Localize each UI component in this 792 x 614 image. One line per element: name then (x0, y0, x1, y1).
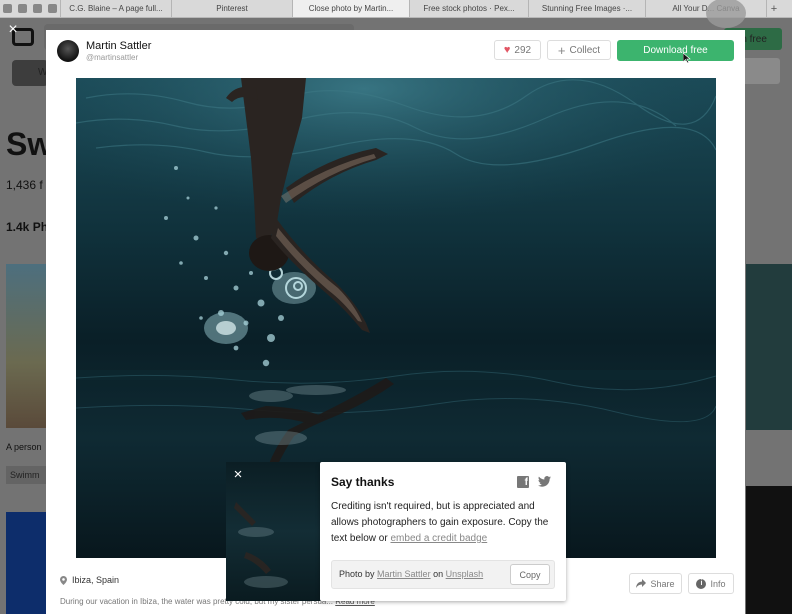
avatar[interactable] (57, 40, 79, 62)
cursor-highlight (706, 0, 746, 28)
say-thanks-text: Crediting isn't required, but is appreci… (331, 501, 549, 544)
info-icon: i (696, 578, 707, 589)
share-label: Share (650, 578, 675, 589)
credit-author-link[interactable]: Martin Sattler (377, 569, 431, 579)
modal-header: Martin Sattler @martinsattler ♥ 292 + Co… (46, 30, 745, 72)
grid-photo[interactable] (6, 512, 46, 614)
location-label: Ibiza, Spain (72, 575, 120, 585)
plus-icon: + (557, 42, 566, 58)
share-icon (636, 579, 647, 588)
share-button[interactable]: Share (629, 573, 682, 594)
say-thanks-title: Say thanks (331, 475, 395, 489)
heart-icon: ♥ (503, 44, 511, 56)
collect-label: Collect (569, 44, 601, 56)
grid-photo[interactable] (6, 264, 46, 428)
close-popup-icon[interactable]: × (229, 466, 247, 484)
favicon-icon (48, 4, 57, 13)
author-handle[interactable]: @martinsattler (86, 53, 138, 62)
info-label: Info (710, 578, 726, 589)
grid-photo[interactable] (746, 264, 792, 430)
pinned-tab-3[interactable] (30, 0, 45, 17)
like-button[interactable]: ♥ 292 (494, 40, 541, 60)
pinned-tab-1[interactable] (0, 0, 15, 17)
browser-tab-active[interactable]: Close photo by Martin... (292, 0, 409, 17)
pinned-tab-2[interactable] (15, 0, 30, 17)
credit-text: Photo by Martin Sattler on Unsplash (339, 569, 484, 579)
collect-button[interactable]: + Collect (547, 40, 611, 60)
credit-text-box[interactable]: Photo by Martin Sattler on Unsplash Copy (331, 560, 555, 589)
favicon-icon (3, 4, 12, 13)
new-tab-button[interactable]: + (766, 0, 781, 17)
copy-button[interactable]: Copy (510, 564, 550, 585)
embed-credit-badge-link[interactable]: embed a credit badge (390, 533, 487, 544)
say-thanks-popup: Say thanks f Crediting isn't required, b… (320, 462, 566, 601)
twitter-icon[interactable] (538, 475, 551, 488)
mouse-cursor-icon (683, 53, 691, 63)
grid-caption: A person (6, 442, 42, 452)
nav-pill[interactable]: W (12, 60, 48, 86)
browser-tab-bar: C.G. Blaine – A page full... Pinterest C… (0, 0, 792, 18)
author-name[interactable]: Martin Sattler (86, 40, 151, 52)
result-count: 1,436 f (6, 178, 43, 192)
browser-tab[interactable]: Free stock photos · Pex... (409, 0, 528, 17)
info-button[interactable]: i Info (688, 573, 734, 594)
favicon-icon (18, 4, 27, 13)
credit-site-link[interactable]: Unsplash (446, 569, 484, 579)
browser-tab[interactable]: Pinterest (171, 0, 292, 17)
facebook-icon[interactable]: f (517, 476, 529, 488)
grid-photo[interactable] (746, 486, 792, 614)
close-modal-icon[interactable]: × (5, 22, 21, 38)
browser-tab[interactable]: C.G. Blaine – A page full... (60, 0, 171, 17)
photo-location[interactable]: Ibiza, Spain (60, 575, 119, 585)
pinned-tab-4[interactable] (45, 0, 60, 17)
location-pin-icon (60, 575, 67, 585)
like-count: 292 (514, 44, 532, 56)
browser-tab[interactable]: Stunning Free Images ·... (528, 0, 645, 17)
download-button[interactable]: Download free (617, 40, 734, 61)
tag-chip[interactable]: Swimm (6, 466, 46, 484)
photos-count: 1.4k Ph (6, 220, 49, 234)
favicon-icon (33, 4, 42, 13)
